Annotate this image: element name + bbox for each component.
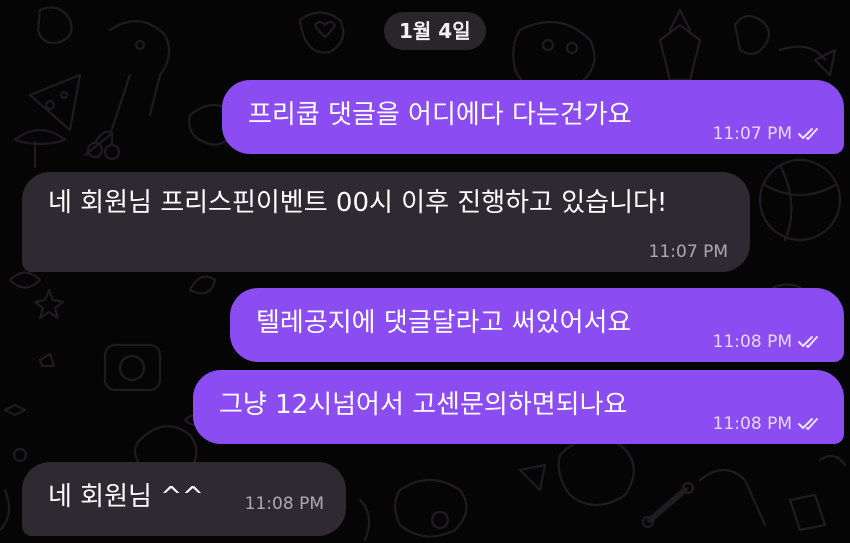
- message-bubble-outgoing[interactable]: 프리쿱 댓글을 어디에다 다는건가요 11:07 PM: [222, 80, 844, 154]
- pen-doodle-icon: [358, 498, 371, 542]
- double-check-icon: [798, 127, 822, 141]
- knot-doodle-icon: [733, 14, 771, 56]
- double-check-icon: [798, 335, 822, 349]
- message-time: 11:08 PM: [712, 332, 792, 352]
- chat-view: 1월 4일 프리쿱 댓글을 어디에다 다는건가요 11:07 PM 네 회원님 …: [0, 0, 850, 543]
- date-separator: 1월 4일: [384, 12, 486, 50]
- message-bubble-incoming[interactable]: 네 회원님 프리스핀이벤트 00시 이후 진행하고 있습니다! 11:07 PM: [22, 172, 750, 272]
- box-doodle-icon: [788, 493, 827, 532]
- message-meta: 11:07 PM: [649, 242, 728, 262]
- tail-doodle-icon: [0, 488, 11, 532]
- camera-doodle-icon: [103, 343, 162, 392]
- ball-doodle-icon: [758, 158, 842, 242]
- mushroom-doodle-icon: [13, 128, 67, 146]
- message-bubble-outgoing[interactable]: 그냥 12시넘어서 고센문의하면되나요 11:08 PM: [193, 370, 844, 444]
- ghost-doodle-icon: [36, 6, 73, 44]
- message-time: 11:08 PM: [244, 494, 324, 514]
- pineapple-doodle-icon: [658, 23, 702, 82]
- message-meta: 11:08 PM: [245, 494, 324, 514]
- message-meta: 11:08 PM: [713, 414, 822, 434]
- pizza-doodle-icon: [28, 73, 82, 132]
- message-meta: 11:08 PM: [713, 332, 822, 352]
- sock-doodle-icon: [698, 468, 767, 527]
- bird-doodle-icon: [83, 20, 171, 157]
- bone-doodle-icon: [647, 487, 688, 523]
- fox-doodle-icon: [557, 435, 635, 507]
- message-meta: 11:07 PM: [713, 124, 822, 144]
- double-check-icon: [798, 417, 822, 431]
- snail-doodle-icon: [188, 275, 217, 295]
- leaf-doodle-icon: [8, 271, 42, 289]
- message-time: 11:07 PM: [712, 124, 792, 144]
- message-bubble-outgoing[interactable]: 텔레공지에 댓글달라고 써있어서요 11:08 PM: [230, 288, 844, 362]
- message-time: 11:07 PM: [648, 242, 728, 262]
- turtle-doodle-icon: [393, 479, 468, 538]
- message-text: 네 회원님 프리스핀이벤트 00시 이후 진행하고 있습니다!: [48, 188, 668, 218]
- star-doodle-icon: [33, 288, 65, 320]
- message-time: 11:08 PM: [712, 414, 792, 434]
- message-bubble-incoming[interactable]: 네 회원님 ^^ 11:08 PM: [22, 462, 346, 536]
